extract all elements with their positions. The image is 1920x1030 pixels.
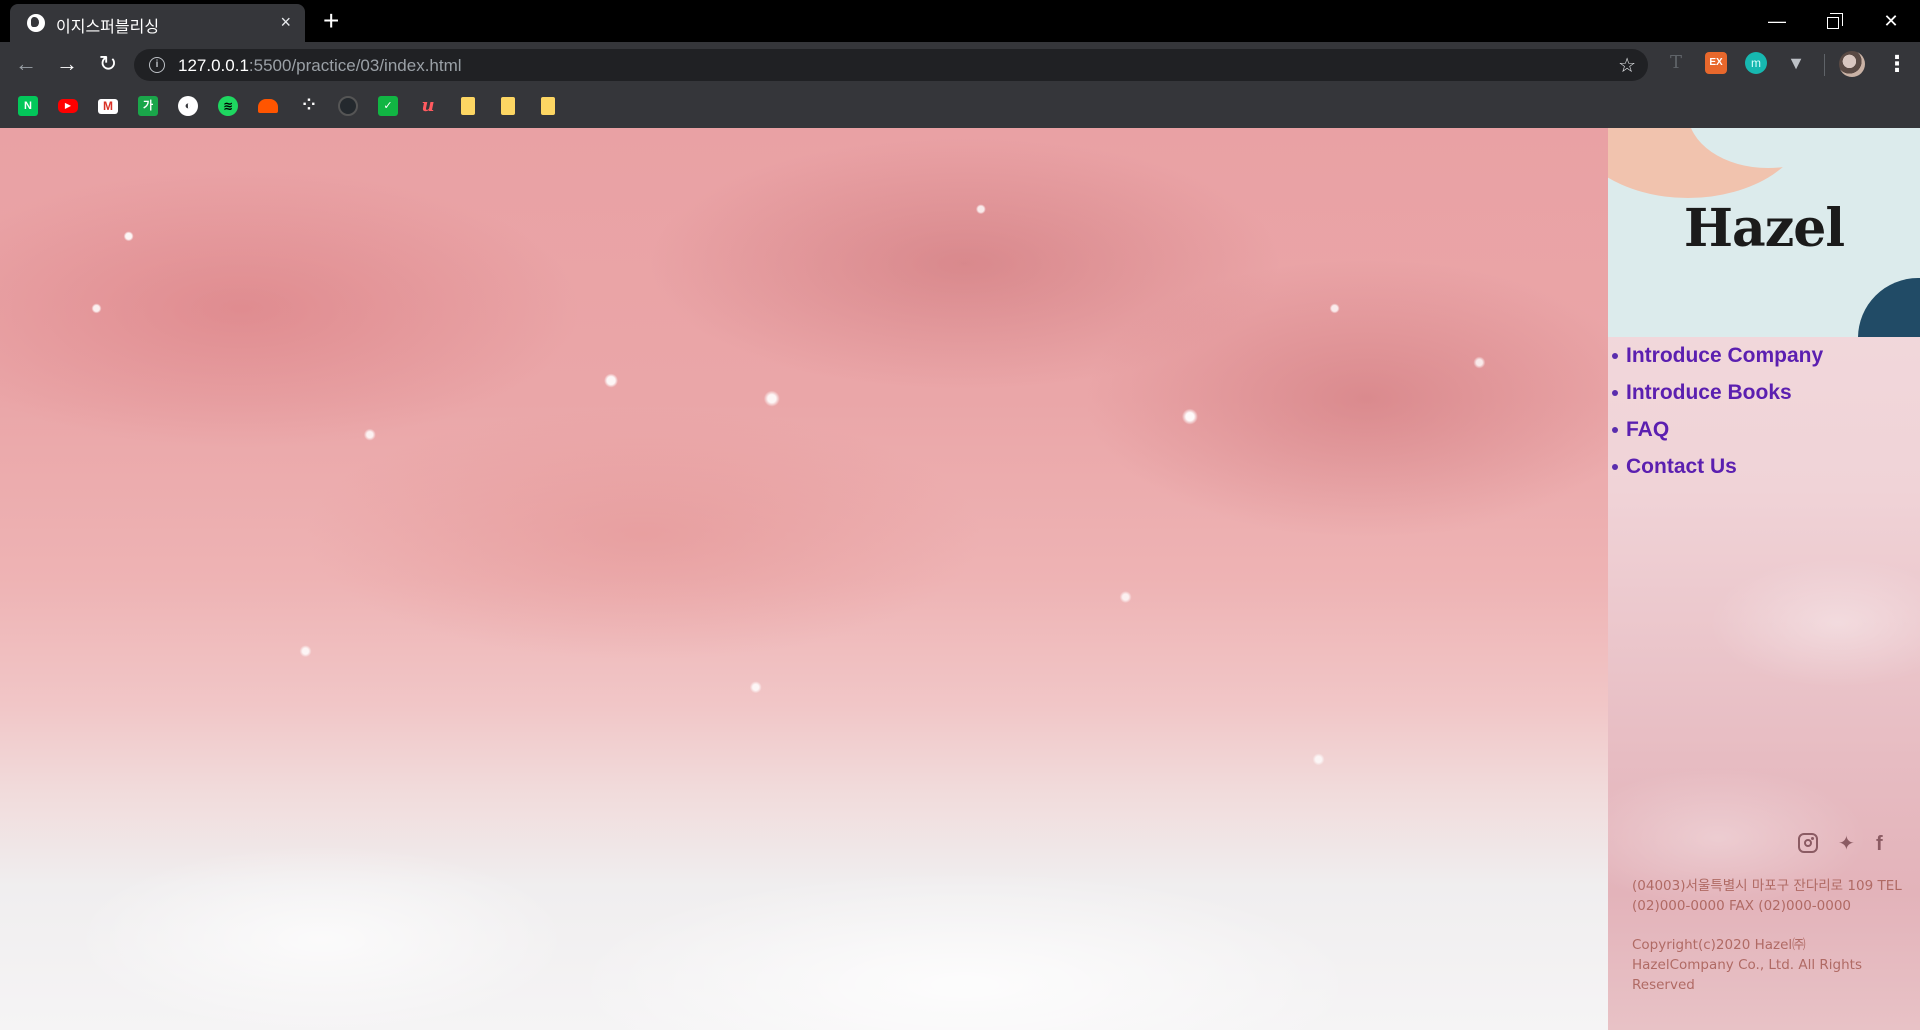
footer: (04003)서울특별시 마포구 잔다리로 109 TEL (02)000-00… [1632, 876, 1902, 1014]
sidebar: Hazel Introduce Company Introduce Books … [1608, 128, 1920, 1030]
folder-bookmark-icon[interactable] [501, 97, 515, 115]
forward-button[interactable]: → [53, 50, 81, 78]
browser-tab[interactable]: 이지스퍼블리싱 × [10, 4, 305, 42]
hero-glitter-image [0, 128, 1608, 1030]
logo-area[interactable]: Hazel [1608, 128, 1920, 337]
logo-decoration [1858, 278, 1920, 337]
facebook-icon[interactable]: f [1876, 833, 1883, 855]
site-logo[interactable]: Hazel [1608, 198, 1920, 259]
back-button[interactable]: ← [12, 50, 40, 78]
green-app-bookmark-icon[interactable]: ✓ [378, 96, 398, 116]
restore-button[interactable] [1818, 6, 1848, 36]
globe-icon [27, 14, 45, 32]
u-bookmark-icon[interactable]: u [418, 96, 438, 116]
footer-copyright: Copyright(c)2020 Hazel㈜ HazelCompany Co.… [1632, 937, 1862, 993]
folder-bookmark-icon[interactable] [541, 97, 555, 115]
nav-link-introduce-company[interactable]: Introduce Company [1626, 344, 1823, 367]
reload-button[interactable]: ↻ [94, 50, 122, 78]
nav-item-introduce-company: Introduce Company [1608, 337, 1920, 374]
tab-title: 이지스퍼블리싱 [56, 19, 160, 36]
extension-t-icon[interactable]: T [1665, 52, 1687, 74]
url-text[interactable]: 127.0.0.1:5500/practice/03/index.html [178, 56, 462, 76]
tidal-bookmark-icon[interactable]: ⁘ [298, 96, 318, 116]
web-page: Hazel Introduce Company Introduce Books … [0, 128, 1920, 1030]
tab-close-icon[interactable]: × [280, 12, 291, 32]
bookmarks-bar: N ▶ M 가 ◐ ≋ ⁘ ✓ u [0, 86, 1920, 128]
nav-link-contact-us[interactable]: Contact Us [1626, 455, 1737, 478]
footer-address: (04003)서울특별시 마포구 잔다리로 109 TEL (02)000-00… [1632, 878, 1902, 914]
spotify-bookmark-icon[interactable]: ≋ [218, 96, 238, 116]
nav-link-introduce-books[interactable]: Introduce Books [1626, 381, 1792, 404]
close-window-button[interactable]: ✕ [1876, 6, 1906, 36]
extension-m-icon[interactable]: m [1745, 52, 1767, 74]
new-tab-button[interactable]: + [323, 6, 339, 36]
profile-avatar[interactable] [1839, 51, 1865, 77]
nav-link-faq[interactable]: FAQ [1626, 418, 1669, 441]
extension-ex-icon[interactable]: EX [1705, 52, 1727, 74]
nav-item-contact-us: Contact Us [1608, 448, 1920, 485]
main-nav: Introduce Company Introduce Books FAQ Co… [1608, 337, 1920, 485]
youtube-bookmark-icon[interactable]: ▶ [58, 99, 78, 113]
info-icon[interactable]: i [149, 57, 165, 73]
bookmark-star-icon[interactable]: ☆ [1618, 53, 1636, 78]
address-bar[interactable]: i 127.0.0.1:5500/practice/03/index.html … [134, 49, 1648, 81]
instagram-icon[interactable] [1798, 833, 1818, 853]
cloud-decoration [1708, 558, 1920, 688]
toolbar-divider [1824, 54, 1825, 76]
nav-item-introduce-books: Introduce Books [1608, 374, 1920, 411]
github-bookmark-icon[interactable] [338, 96, 358, 116]
soundcloud-bookmark-icon[interactable] [258, 99, 278, 113]
nav-item-faq: FAQ [1608, 411, 1920, 448]
url-host: 127.0.0.1 [178, 56, 249, 75]
browser-toolbar: ← → ↻ i 127.0.0.1:5500/practice/03/index… [0, 42, 1920, 86]
folder-bookmark-icon[interactable] [461, 97, 475, 115]
naver-bookmark-icon[interactable]: N [18, 96, 38, 116]
gmail-bookmark-icon[interactable]: M [98, 99, 118, 114]
minimize-button[interactable]: — [1762, 6, 1792, 36]
browser-titlebar: 이지스퍼블리싱 × + — ✕ [0, 0, 1920, 42]
menu-icon[interactable]: ⋮ [1886, 50, 1908, 78]
restore-icon [1827, 13, 1843, 29]
dictionary-bookmark-icon[interactable]: 가 [138, 96, 158, 116]
twitter-icon[interactable]: ✦ [1838, 833, 1855, 855]
extension-vue-icon[interactable]: ▼ [1785, 52, 1807, 74]
globe-bookmark-icon[interactable]: ◐ [178, 96, 198, 116]
url-path: :5500/practice/03/index.html [248, 56, 462, 75]
sns-links: ✦ f [1608, 833, 1920, 863]
